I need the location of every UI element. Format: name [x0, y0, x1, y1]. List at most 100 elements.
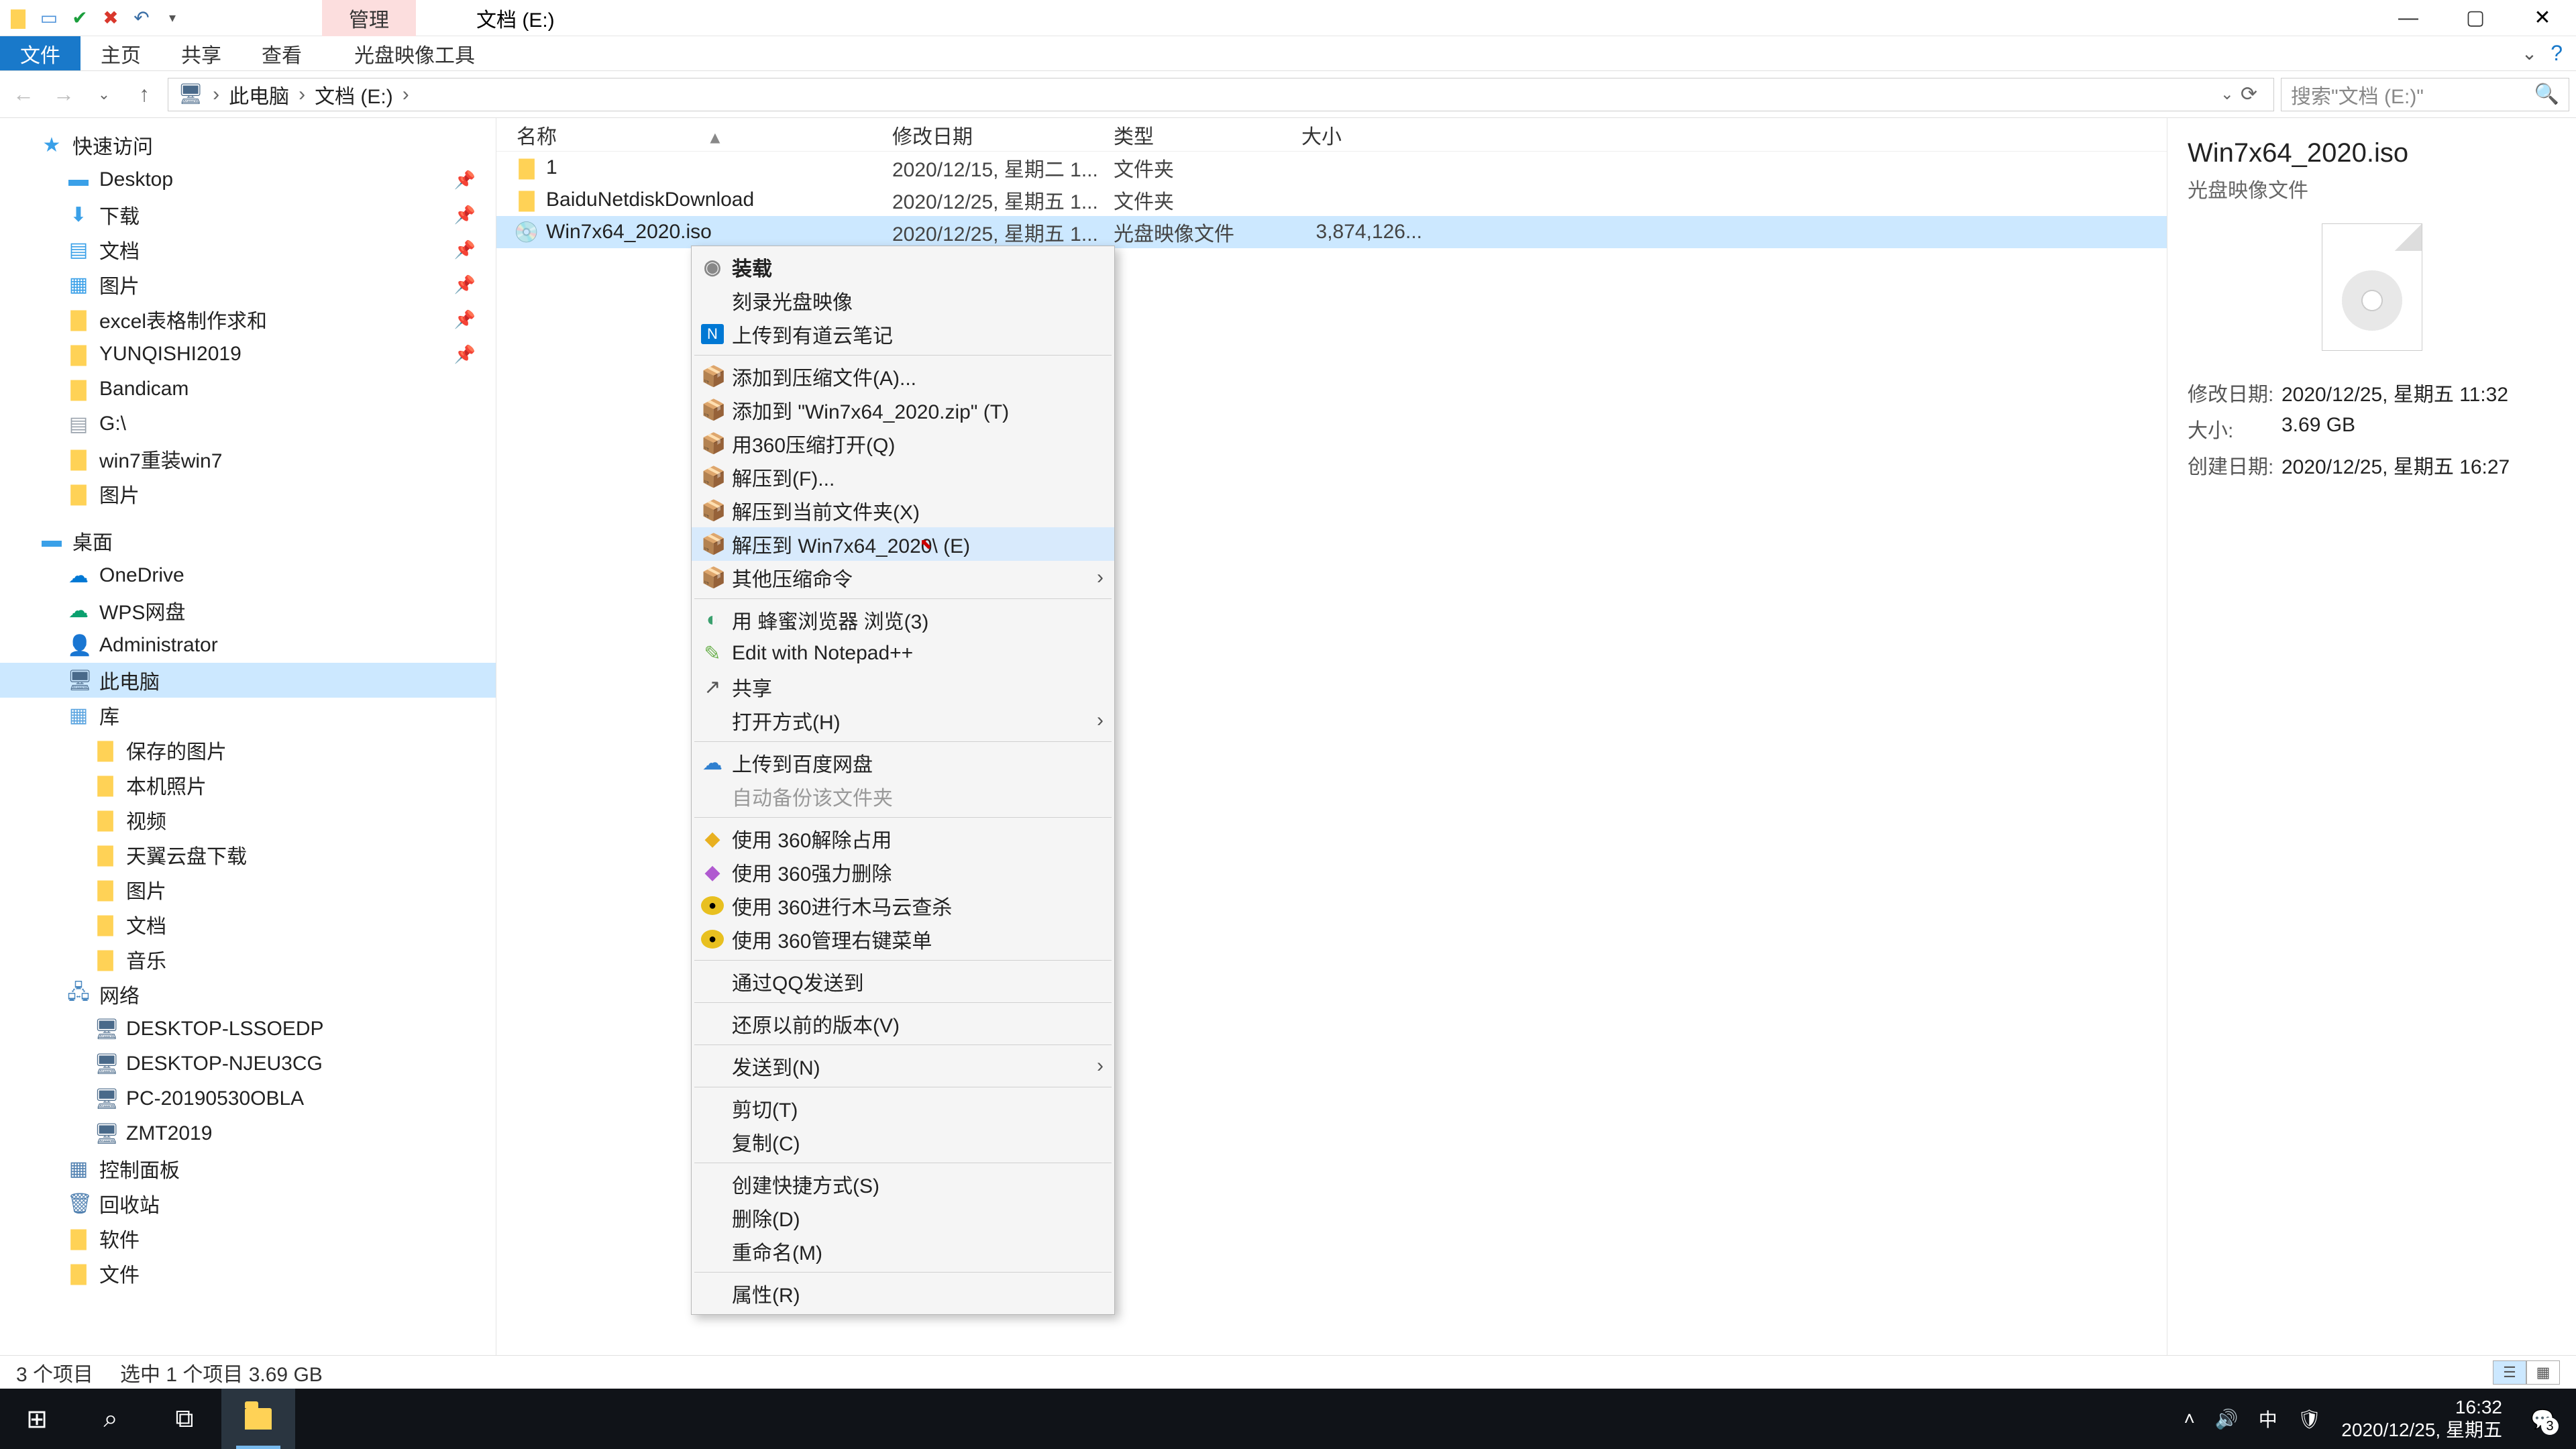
nav-wps[interactable]: ☁WPS网盘 — [0, 593, 496, 628]
nav-folder[interactable]: ▇excel表格制作求和📌 — [0, 302, 496, 337]
nav-lib-videos[interactable]: ▇视频 — [0, 802, 496, 837]
explorer-taskbar-button[interactable] — [221, 1389, 295, 1449]
refresh-icon[interactable]: ⟳ — [2241, 83, 2257, 106]
nav-folder[interactable]: ▇Bandicam — [0, 372, 496, 407]
menu-item[interactable]: ☁上传到百度网盘 — [692, 746, 1114, 780]
tab-file[interactable]: 文件 — [0, 36, 80, 70]
close-button[interactable]: ✕ — [2509, 0, 2576, 36]
action-center-button[interactable]: 💬 3 — [2522, 1399, 2563, 1439]
nav-up-button[interactable]: ↑ — [127, 78, 161, 111]
menu-item[interactable]: ◆使用 360解除占用 — [692, 822, 1114, 855]
search-button[interactable]: ⌕ — [74, 1389, 148, 1449]
nav-control-panel[interactable]: ▦控制面板 — [0, 1151, 496, 1186]
file-row[interactable]: ▇1 2020/12/15, 星期二 1... 文件夹 — [496, 152, 2167, 184]
menu-item[interactable]: 📦其他压缩命令› — [692, 561, 1114, 594]
menu-item[interactable]: ●使用 360管理右键菜单 — [692, 922, 1114, 956]
chevron-right-icon[interactable]: › — [209, 83, 223, 106]
breadcrumb-this-pc[interactable]: 此电脑 — [229, 80, 289, 109]
menu-item[interactable]: 创建快捷方式(S) — [692, 1167, 1114, 1201]
navigation-tree[interactable]: ★快速访问 ▬Desktop📌 ⬇下载📌 ▤文档📌 ▦图片📌 ▇excel表格制… — [0, 118, 496, 1355]
file-row-selected[interactable]: 💿Win7x64_2020.iso 2020/12/25, 星期五 1... 光… — [496, 216, 2167, 248]
nav-lib-documents[interactable]: ▇文档 — [0, 907, 496, 942]
menu-item[interactable]: 剪切(T) — [692, 1091, 1114, 1125]
nav-folder-software[interactable]: ▇软件 — [0, 1221, 496, 1256]
minimize-button[interactable]: — — [2375, 0, 2442, 36]
properties-icon[interactable]: ▭ — [39, 8, 59, 28]
nav-lib-camera-roll[interactable]: ▇本机照片 — [0, 767, 496, 802]
nav-admin[interactable]: 👤Administrator — [0, 628, 496, 663]
nav-net-pc[interactable]: 🖥DESKTOP-LSSOEDP — [0, 1012, 496, 1046]
menu-item[interactable]: 属性(R) — [692, 1277, 1114, 1310]
nav-desktop-root[interactable]: ▬桌面 — [0, 523, 496, 558]
nav-folder-files[interactable]: ▇文件 — [0, 1256, 496, 1291]
tab-view[interactable]: 查看 — [241, 36, 322, 70]
nav-folder[interactable]: ▇YUNQISHI2019📌 — [0, 337, 496, 372]
nav-libraries[interactable]: ▦库 — [0, 698, 496, 733]
menu-item[interactable]: 📦解压到 Win7x64_2020\ (E)⬉ — [692, 527, 1114, 561]
col-date[interactable]: 修改日期 — [892, 120, 1114, 150]
nav-lib-pictures[interactable]: ▇图片 — [0, 872, 496, 907]
help-icon[interactable]: ? — [2551, 41, 2563, 66]
search-input[interactable]: 搜索"文档 (E:)" 🔍 — [2281, 78, 2569, 111]
nav-onedrive[interactable]: ☁OneDrive — [0, 558, 496, 593]
tab-disc-image-tools[interactable]: 光盘映像工具 — [334, 36, 495, 70]
tab-share[interactable]: 共享 — [161, 36, 241, 70]
menu-item[interactable]: N上传到有道云笔记 — [692, 317, 1114, 351]
menu-item[interactable]: ◐用 蜂蜜浏览器 浏览(3) — [692, 603, 1114, 637]
tray-overflow-icon[interactable]: ˄ — [2184, 1408, 2195, 1430]
start-button[interactable]: ⊞ — [0, 1389, 74, 1449]
menu-item[interactable]: 还原以前的版本(V) — [692, 1007, 1114, 1040]
menu-item[interactable]: 复制(C) — [692, 1125, 1114, 1159]
nav-lib-tianyi[interactable]: ▇天翼云盘下载 — [0, 837, 496, 872]
file-row[interactable]: ▇BaiduNetdiskDownload 2020/12/25, 星期五 1.… — [496, 184, 2167, 216]
nav-recycle-bin[interactable]: 🗑回收站 — [0, 1186, 496, 1221]
nav-recent-dropdown[interactable]: ⌄ — [87, 78, 121, 111]
menu-item[interactable]: ◆使用 360强力删除 — [692, 855, 1114, 889]
menu-item[interactable]: ✎Edit with Notepad++ — [692, 637, 1114, 670]
delete-x-icon[interactable]: ✖ — [101, 8, 121, 28]
nav-this-pc[interactable]: 🖥此电脑 — [0, 663, 496, 698]
nav-network[interactable]: 🖧网络 — [0, 977, 496, 1012]
view-icons-button[interactable]: ▦ — [2526, 1360, 2560, 1385]
menu-item[interactable]: 📦添加到压缩文件(A)... — [692, 360, 1114, 393]
menu-item[interactable]: 删除(D) — [692, 1201, 1114, 1234]
breadcrumb-dropdown-icon[interactable]: ⌄ — [2220, 85, 2234, 104]
contextual-tab-manage[interactable]: 管理 — [322, 0, 416, 36]
nav-net-pc[interactable]: 🖥PC-20190530OBLA — [0, 1081, 496, 1116]
menu-item[interactable]: 通过QQ发送到 — [692, 965, 1114, 998]
nav-folder[interactable]: ▇图片 — [0, 476, 496, 511]
nav-pictures[interactable]: ▦图片📌 — [0, 267, 496, 302]
menu-item[interactable]: 📦解压到当前文件夹(X) — [692, 494, 1114, 527]
undo-icon[interactable]: ↶ — [131, 8, 152, 28]
nav-lib-music[interactable]: ▇音乐 — [0, 942, 496, 977]
nav-quick-access[interactable]: ★快速访问 — [0, 127, 496, 162]
menu-item[interactable]: 刻录光盘映像 — [692, 284, 1114, 317]
taskbar[interactable]: ⊞ ⌕ ⧉ ˄ 🔊 中 🛡 16:32 2020/12/25, 星期五 💬 3 — [0, 1389, 2576, 1449]
col-type[interactable]: 类型 — [1114, 120, 1301, 150]
menu-item[interactable]: 重命名(M) — [692, 1234, 1114, 1268]
tab-home[interactable]: 主页 — [80, 36, 161, 70]
nav-folder[interactable]: ▇win7重装win7 — [0, 441, 496, 476]
breadcrumb[interactable]: 🖥 › 此电脑 › 文档 (E:) › ⌄ ⟳ — [168, 78, 2274, 111]
nav-net-pc[interactable]: 🖥ZMT2019 — [0, 1116, 496, 1151]
save-check-icon[interactable]: ✔ — [70, 8, 90, 28]
nav-back-button[interactable]: ← — [7, 78, 40, 111]
menu-item[interactable]: 发送到(N)› — [692, 1049, 1114, 1083]
maximize-button[interactable]: ▢ — [2442, 0, 2509, 36]
chevron-right-icon[interactable]: › — [294, 83, 309, 106]
taskbar-clock[interactable]: 16:32 2020/12/25, 星期五 — [2341, 1396, 2502, 1441]
menu-item[interactable]: 📦添加到 "Win7x64_2020.zip" (T) — [692, 393, 1114, 427]
ime-indicator[interactable]: 中 — [2259, 1405, 2277, 1432]
nav-downloads[interactable]: ⬇下载📌 — [0, 197, 496, 232]
view-details-button[interactable]: ☰ — [2493, 1360, 2526, 1385]
system-tray[interactable]: ˄ 🔊 中 🛡 16:32 2020/12/25, 星期五 💬 3 — [2184, 1396, 2576, 1441]
menu-item[interactable]: 📦解压到(F)... — [692, 460, 1114, 494]
menu-item[interactable]: ◉装载 — [692, 250, 1114, 284]
menu-item[interactable]: 📦用360压缩打开(Q) — [692, 427, 1114, 460]
nav-desktop[interactable]: ▬Desktop📌 — [0, 162, 496, 197]
chevron-right-icon[interactable]: › — [398, 83, 413, 106]
col-size[interactable]: 大小 — [1301, 120, 1436, 150]
nav-drive-g[interactable]: ▤G:\ — [0, 407, 496, 441]
nav-forward-button[interactable]: → — [47, 78, 80, 111]
tray-shield-icon[interactable]: 🛡 — [2298, 1408, 2322, 1430]
